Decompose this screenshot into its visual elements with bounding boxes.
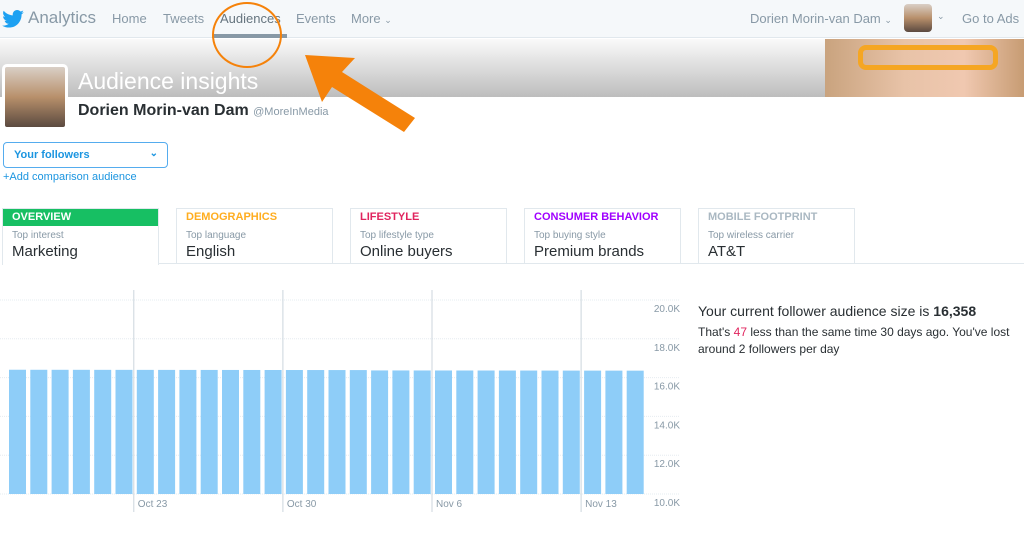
nav-more[interactable]: More ⌄ — [351, 11, 392, 26]
top-nav: Analytics Home Tweets Audiences Events M… — [0, 0, 1024, 38]
chart-bar — [136, 369, 154, 494]
headline-text: Your current follower audience size is — [698, 303, 934, 319]
chart-bar — [115, 369, 133, 494]
tab-lifestyle[interactable]: LIFESTYLE Top lifestyle type Online buyers — [350, 208, 507, 264]
profile-name-text: Dorien Morin-van Dam — [78, 102, 249, 119]
chart-bar — [541, 370, 559, 494]
tab-mobile-footprint[interactable]: MOBILE FOOTPRINT Top wireless carrier AT&T — [698, 208, 855, 264]
chart-bar — [30, 369, 48, 494]
follower-chart: 20.0K 18.0K 16.0K 14.0K 12.0K 10.0K Oct 23 Oct … — [0, 290, 680, 512]
y-tick-label: 16.0K — [654, 382, 680, 393]
chart-bar — [520, 370, 538, 494]
tab-title: DEMOGRAPHICS — [186, 211, 278, 223]
x-tick-label: Nov 13 — [585, 499, 617, 510]
audience-select-value: Your followers — [14, 149, 90, 161]
chart-bar — [285, 370, 303, 494]
y-tick-label: 12.0K — [654, 459, 680, 470]
chart-bar — [222, 369, 239, 494]
tab-demographics[interactable]: DEMOGRAPHICS Top language English — [176, 208, 333, 264]
chart-bar — [435, 370, 452, 494]
tab-label: Top language — [186, 230, 247, 241]
chart-bar — [562, 370, 580, 494]
tab-label: Top lifestyle type — [360, 230, 434, 241]
chart-bar — [371, 370, 389, 494]
change-pre: That's — [698, 325, 734, 339]
chart-bar — [51, 369, 69, 494]
tab-value: AT&T — [708, 243, 746, 260]
tab-value: Marketing — [12, 243, 78, 260]
user-menu[interactable]: Dorien Morin-van Dam ⌄ — [750, 11, 892, 26]
chart-bar — [392, 370, 410, 494]
tab-value: Premium brands — [534, 243, 645, 260]
chart-bar — [243, 369, 261, 494]
chart-bar — [413, 370, 431, 494]
chart-bar — [179, 369, 197, 494]
tabs-divider — [158, 263, 1024, 264]
chart-bar — [328, 370, 346, 494]
chart-bar — [158, 369, 176, 494]
chart-bar — [200, 369, 218, 494]
audience-change-text: That's 47 less than the same time 30 day… — [698, 324, 1018, 358]
add-comparison-link[interactable]: +Add comparison audience — [3, 171, 137, 183]
banner-photo-detail — [858, 45, 998, 70]
nav-home[interactable]: Home — [112, 11, 147, 26]
tab-title: CONSUMER BEHAVIOR — [534, 211, 659, 223]
change-value: 47 — [733, 325, 747, 339]
y-tick-label: 18.0K — [654, 343, 680, 354]
brand-label[interactable]: Analytics — [28, 8, 96, 28]
chart-bar — [498, 370, 516, 494]
tab-overview[interactable]: OVERVIEW Top interest Marketing — [2, 208, 159, 265]
user-avatar[interactable] — [904, 4, 932, 32]
audience-size-value: 16,358 — [933, 303, 977, 319]
chart-bar — [626, 370, 644, 494]
audience-select[interactable]: Your followers ⌄ — [3, 142, 168, 168]
x-tick-label: Oct 30 — [287, 499, 317, 510]
chevron-down-icon: ⌄ — [884, 15, 892, 25]
tab-title: MOBILE FOOTPRINT — [708, 211, 818, 223]
chevron-down-icon: ⌄ — [149, 148, 158, 159]
chart-bar — [264, 369, 282, 494]
tab-value: English — [186, 243, 236, 260]
annotation-arrow-icon — [305, 55, 415, 132]
y-tick-label: 10.0K — [654, 498, 680, 509]
chart-bar — [605, 370, 623, 494]
chart-bar — [456, 370, 474, 494]
go-to-ads-link[interactable]: Go to Ads — [962, 11, 1019, 26]
tab-value: Online buyers — [360, 243, 453, 260]
tab-title: OVERVIEW — [3, 209, 158, 226]
y-tick-label: 20.0K — [654, 304, 680, 315]
twitter-bird-icon[interactable] — [2, 10, 24, 28]
y-tick-label: 14.0K — [654, 420, 680, 431]
user-menu-label: Dorien Morin-van Dam — [750, 11, 881, 26]
chart-bar — [94, 369, 112, 494]
nav-events[interactable]: Events — [296, 11, 336, 26]
x-tick-label: Nov 6 — [436, 499, 463, 510]
chart-bar — [584, 370, 602, 494]
x-tick-label: Oct 23 — [138, 499, 168, 510]
nav-tweets[interactable]: Tweets — [163, 11, 204, 26]
chevron-down-icon[interactable]: ⌄ — [937, 11, 945, 22]
profile-name: Dorien Morin-van Dam @MoreInMedia — [78, 102, 329, 120]
annotation-circle — [212, 2, 282, 68]
profile-avatar — [2, 64, 68, 130]
chevron-down-icon: ⌄ — [384, 15, 392, 25]
chart-bar — [9, 369, 26, 494]
chart-bar — [72, 369, 90, 494]
chart-bar — [349, 370, 367, 494]
chart-bar — [307, 370, 325, 494]
nav-more-label: More — [351, 11, 381, 26]
tab-consumer-behavior[interactable]: CONSUMER BEHAVIOR Top buying style Premium… — [524, 208, 681, 264]
tab-label: Top buying style — [534, 230, 606, 241]
audience-size-headline: Your current follower audience size is 1… — [698, 303, 976, 319]
tab-label: Top wireless carrier — [708, 230, 795, 241]
chart-bar — [477, 370, 495, 494]
tab-title: LIFESTYLE — [360, 211, 420, 223]
tab-label: Top interest — [12, 230, 64, 241]
page-title: Audience insights — [78, 68, 259, 94]
